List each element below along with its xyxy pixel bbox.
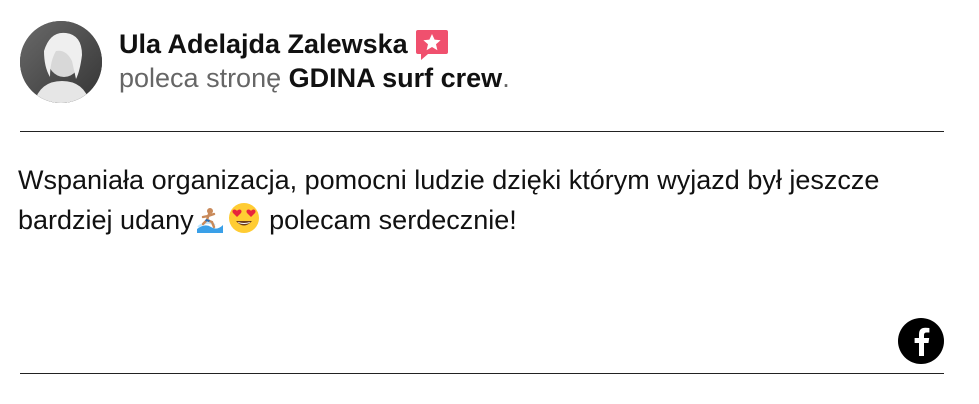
review-text: Wspaniała organizacja, pomocni ludzie dz…	[18, 160, 948, 246]
avatar[interactable]	[20, 21, 102, 103]
facebook-icon[interactable]	[898, 318, 944, 364]
surfer-emoji	[195, 205, 225, 246]
review-text-end: polecam serdecznie!	[261, 205, 517, 235]
recommendation-line: poleca stronę GDINA surf crew.	[119, 61, 510, 95]
punctuation: .	[502, 63, 510, 93]
review-card: Ula Adelajda Zalewska poleca stronę GDIN…	[0, 0, 979, 404]
bottom-divider	[20, 373, 944, 374]
top-divider	[20, 131, 944, 132]
reviewer-name[interactable]: Ula Adelajda Zalewska	[119, 27, 408, 61]
heart-eyes-emoji	[227, 201, 261, 246]
recommend-action: poleca stronę	[119, 63, 282, 93]
reviewer-name-line: Ula Adelajda Zalewska	[119, 26, 450, 62]
recommend-star-icon	[414, 26, 450, 62]
page-name-link[interactable]: GDINA surf crew	[289, 63, 503, 93]
